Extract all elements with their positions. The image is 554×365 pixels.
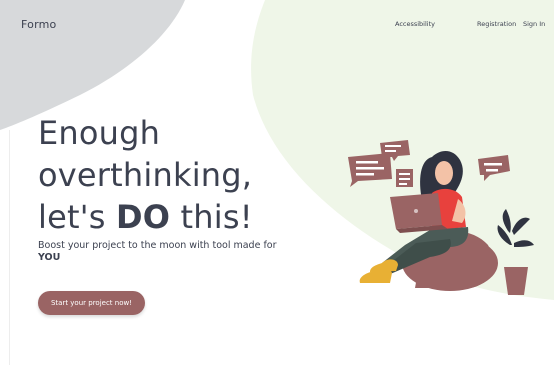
- nav-registration-link[interactable]: Registration: [477, 20, 516, 28]
- hero-line-3-end: this!: [170, 198, 253, 236]
- hero-emphasis: DO: [115, 198, 171, 236]
- hero-line-1: Enough: [38, 114, 161, 152]
- nav-accessibility-link[interactable]: Accessibility: [395, 20, 435, 28]
- divider: [9, 130, 10, 365]
- hero-line-3: let's DO this!: [38, 196, 253, 238]
- landing-page: Formo Accessibility Registration Sign In…: [0, 0, 554, 365]
- message-card-right-icon: [478, 155, 510, 181]
- hero-subtitle-emphasis: YOU: [38, 252, 61, 263]
- woman-with-laptop-illustration: [348, 140, 534, 295]
- hero-subtitle: Boost your project to the moon with tool…: [38, 240, 278, 264]
- hero-line-2: overthinking,: [38, 156, 253, 194]
- brand-logo[interactable]: Formo: [21, 18, 56, 31]
- hero-subtitle-text: Boost your project to the moon with tool…: [38, 240, 277, 251]
- nav-sign-in-link[interactable]: Sign In: [523, 20, 545, 28]
- hero-heading: Enough overthinking, let's DO this!: [38, 112, 253, 238]
- hero-line-3-start: let's: [38, 198, 116, 236]
- message-card-middle-icon: [396, 169, 413, 187]
- potted-plant-icon: [497, 209, 534, 295]
- message-card-left-icon: [348, 153, 392, 187]
- start-project-button[interactable]: Start your project now!: [38, 291, 145, 315]
